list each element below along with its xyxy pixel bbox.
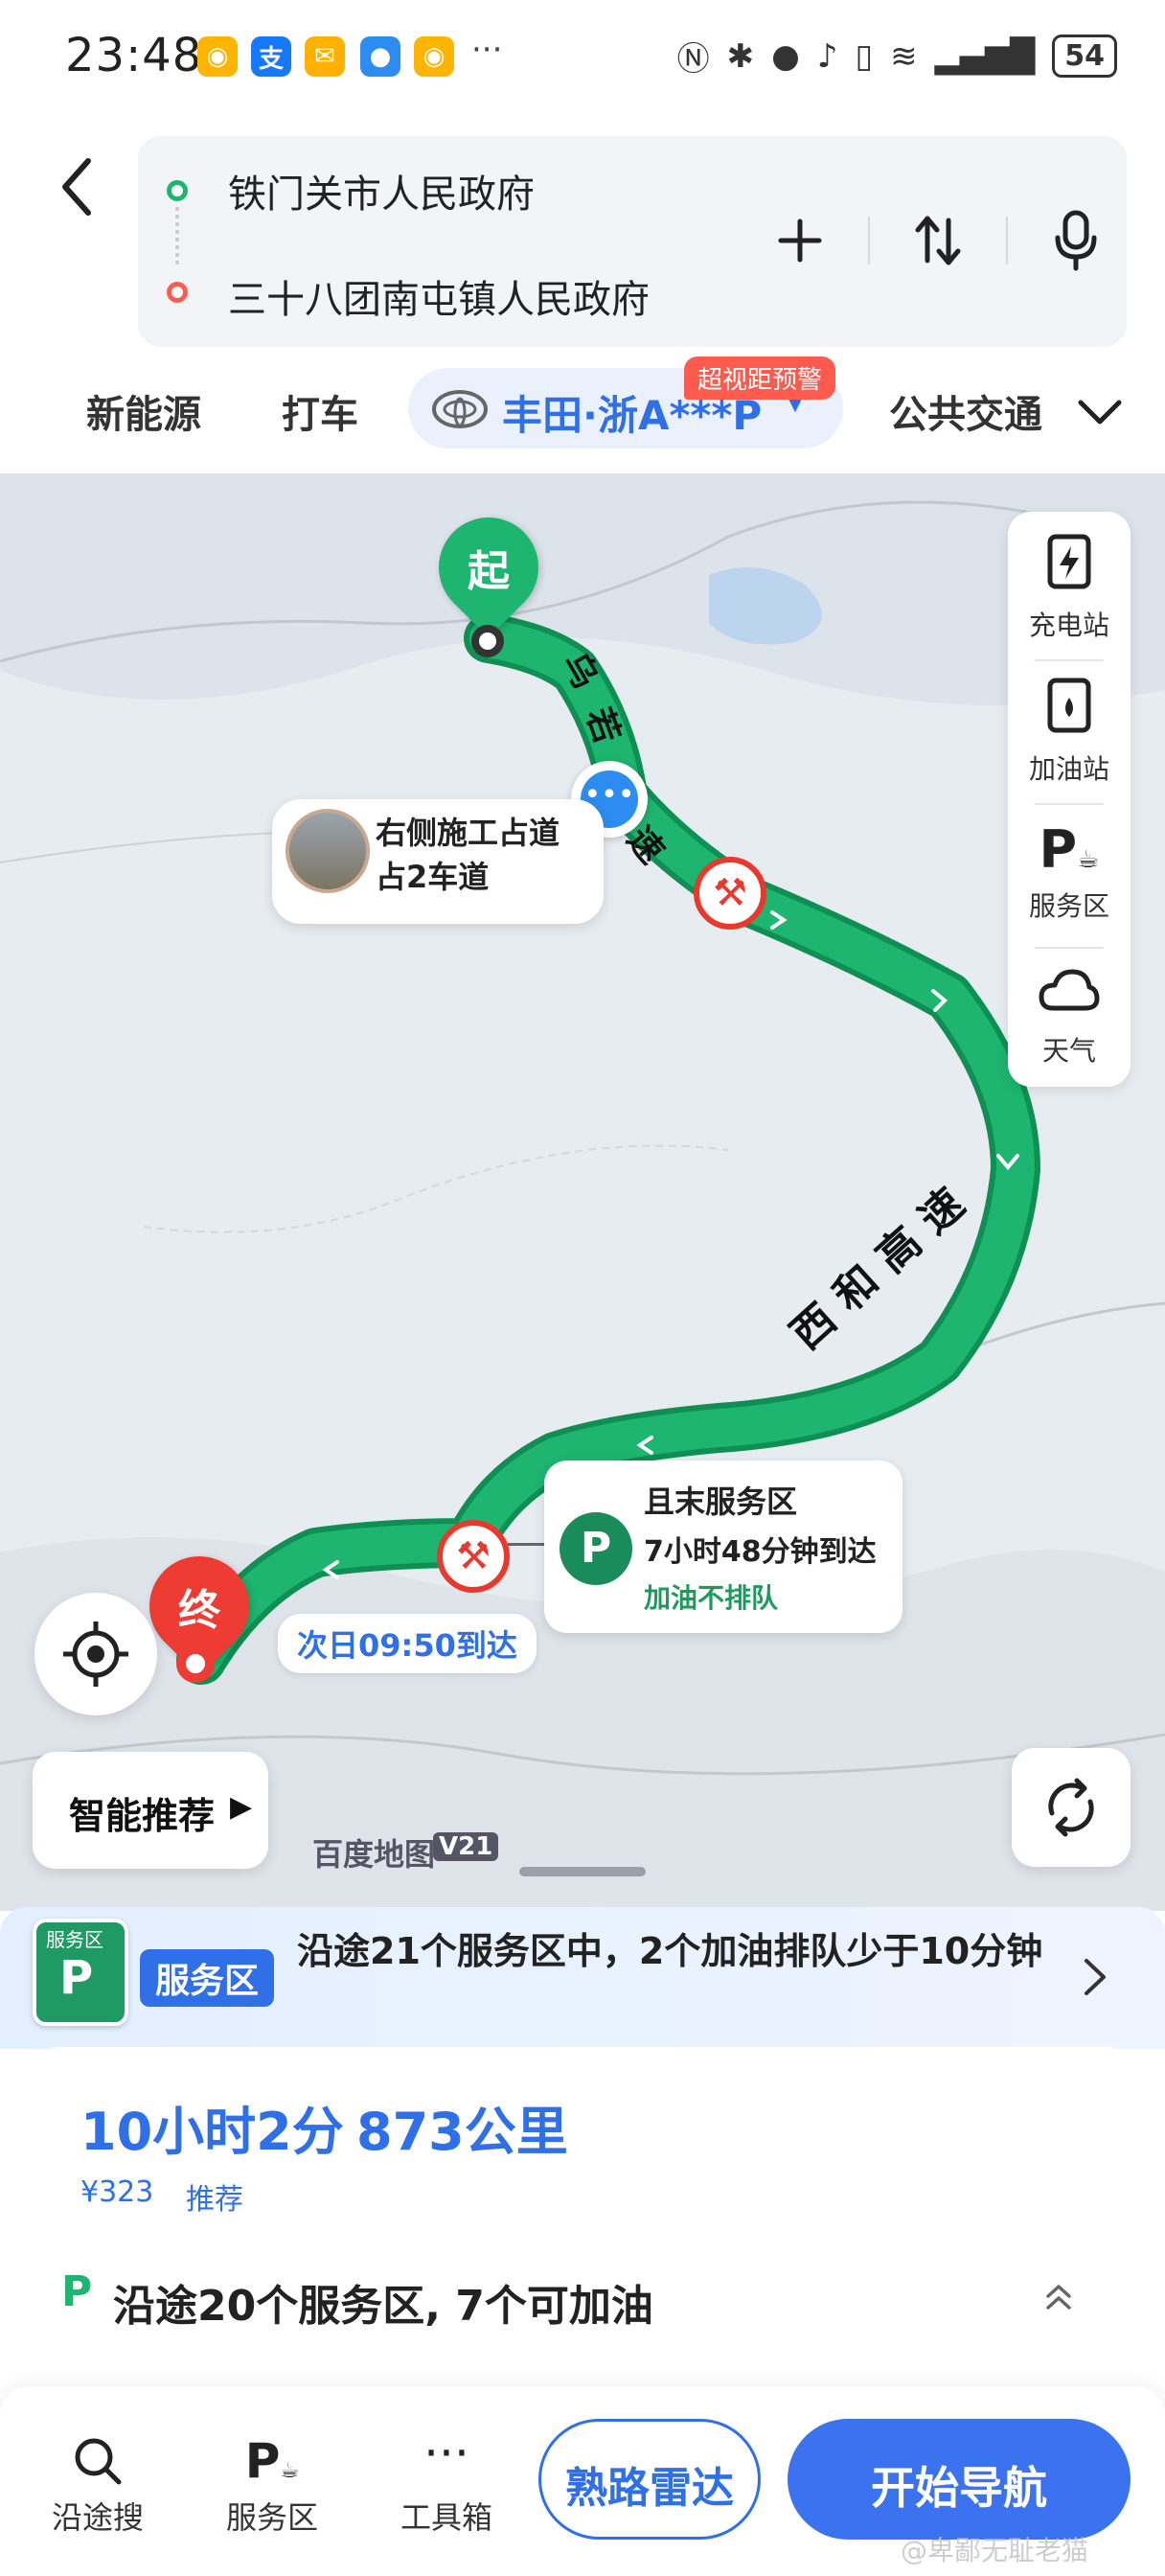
mail-icon: ✉ (305, 36, 345, 77)
construction-callout-line1: 右侧施工占道 (376, 815, 560, 851)
search-along-label: 沿途搜 (51, 2499, 144, 2536)
route-connector (175, 207, 179, 264)
divider (1006, 217, 1008, 264)
weather-label: 天气 (1041, 1035, 1096, 1067)
nfc-icon: Ⓝ (676, 40, 710, 79)
service-line-icon: P (61, 2267, 93, 2316)
service-area-button[interactable]: P☕ 服务区 (1008, 820, 1131, 924)
route-toll: ¥323 (80, 2175, 154, 2209)
arrival-time: 次日09:50到达 (278, 1614, 537, 1673)
construction-warning-icon[interactable]: ⚒ (694, 857, 766, 930)
chat-icon: ● (360, 36, 400, 77)
status-time: 23:48 (65, 29, 203, 82)
map-view[interactable]: 乌 若 高 速 西和高速 起 ••• 右侧施工占道 占2车道 ⚒ ⚒ P 且末服… (0, 473, 1165, 1911)
expand-tabs-icon[interactable] (1075, 393, 1125, 431)
battery-icon: 54 (1052, 34, 1117, 78)
service-area-name: 且末服务区 (644, 1484, 798, 1520)
vibrate-icon: ▯ (855, 36, 874, 76)
tab-new-energy[interactable]: 新能源 (86, 383, 201, 439)
toolbox-button[interactable]: ··· 工具箱 (379, 2426, 514, 2538)
gas-station-button[interactable]: 加油站 (1008, 677, 1131, 787)
car-badge: 超视距预警 (684, 356, 836, 400)
play-triangle-icon: ▶ (230, 1790, 253, 1824)
divider (868, 217, 870, 264)
service-area-banner-text: 沿途21个服务区中，2个加油排队少于10分钟 (297, 1930, 1043, 1972)
destination-field[interactable]: 三十八团南屯镇人民政府 (228, 268, 650, 324)
gas-station-label: 加油站 (1028, 753, 1109, 785)
start-navigation-label: 开始导航 (871, 2462, 1047, 2514)
watermark-text: @卑鄙无耻老猫 (901, 2535, 1089, 2566)
service-area-status: 加油不排队 (644, 1582, 779, 1614)
toolbox-label: 工具箱 (400, 2499, 492, 2536)
familiar-route-radar-label: 熟路雷达 (565, 2464, 734, 2513)
origin-field[interactable]: 铁门关市人民政府 (228, 163, 535, 218)
alipay-icon: 支 (251, 36, 291, 77)
map-version-badge: V21 (433, 1832, 499, 1861)
weibo-icon: ◉ (414, 36, 454, 77)
service-area-badge-p: P (59, 1951, 94, 2005)
drag-handle[interactable] (519, 1867, 646, 1876)
construction-callout-line2: 占2车道 (376, 859, 490, 895)
gas-station-icon (1047, 678, 1091, 733)
search-icon (75, 2438, 122, 2485)
tab-transit[interactable]: 公共交通 (889, 383, 1042, 439)
charging-station-button[interactable]: 充电站 (1008, 533, 1131, 643)
end-marker-label: 终 (178, 1586, 220, 1635)
weather-button[interactable]: 天气 (1008, 964, 1131, 1069)
service-area-icon: P☕ (1039, 819, 1100, 880)
toyota-logo-icon (432, 390, 488, 428)
service-area-icon: P (560, 1512, 632, 1585)
bluetooth-icon: ✱ (726, 36, 755, 76)
smart-recommend-label: 智能推荐 (69, 1795, 216, 1837)
end-point-icon (176, 1644, 215, 1683)
weibo-icon: ◉ (197, 36, 238, 77)
construction-photo-thumb (286, 809, 370, 893)
charging-station-icon (1047, 534, 1091, 589)
weather-cloud-icon (1039, 969, 1100, 1011)
signal-icon: ▂▄▆█ (934, 36, 1036, 76)
route-tag: 推荐 (186, 2183, 243, 2217)
chevron-right-icon (1085, 1959, 1106, 1995)
back-arrow-icon[interactable] (54, 153, 102, 220)
start-marker-label: 起 (468, 547, 510, 596)
route-duration: 10小时2分 (80, 2102, 344, 2162)
search-along-button[interactable]: 沿途搜 (31, 2434, 165, 2538)
divider (1035, 803, 1104, 805)
divider (1035, 659, 1104, 661)
more-notifications-icon: ··· (471, 31, 503, 69)
start-point-icon (471, 625, 504, 657)
destination-dot-icon (167, 282, 188, 303)
wifi-icon: ≋ (890, 36, 918, 76)
locate-icon (63, 1622, 128, 1687)
service-area-tool-label: 服务区 (225, 2499, 318, 2536)
origin-dot-icon (167, 180, 188, 201)
swap-icon[interactable] (910, 213, 966, 268)
service-area-icon: P☕ (244, 2433, 300, 2489)
charging-station-label: 充电站 (1028, 610, 1109, 641)
callout-connector (508, 1543, 546, 1546)
refresh-icon (1048, 1778, 1094, 1837)
service-line-text: 沿途20个服务区, 7个可加油 (113, 2282, 653, 2331)
add-waypoint-icon[interactable] (776, 217, 824, 264)
tab-taxi[interactable]: 打车 (282, 383, 358, 439)
service-area-tag: 服务区 (140, 1949, 275, 2007)
service-area-badge-label: 服务区 (46, 1928, 103, 1951)
collapse-up-icon[interactable] (1044, 2281, 1073, 2315)
map-canvas (0, 473, 1165, 1911)
service-area-tool-button[interactable]: P☕ 服务区 (205, 2434, 339, 2538)
voice-input-icon[interactable] (1050, 209, 1102, 272)
service-area-eta: 7小时48分钟到达 (644, 1535, 877, 1569)
status-icons: Ⓝ ✱ ● ♪ ▯ ≋ ▂▄▆█ 54 (677, 33, 1117, 80)
route-distance: 873公里 (356, 2102, 568, 2162)
divider (1035, 947, 1104, 949)
location-icon: ● (771, 36, 800, 76)
more-dots-icon: ··· (423, 2426, 469, 2481)
service-area-label: 服务区 (1028, 890, 1109, 922)
construction-warning-icon[interactable]: ⚒ (437, 1520, 510, 1593)
mic-icon: ♪ (816, 36, 838, 76)
baidu-map-logo: 百度地图 (312, 1836, 436, 1873)
